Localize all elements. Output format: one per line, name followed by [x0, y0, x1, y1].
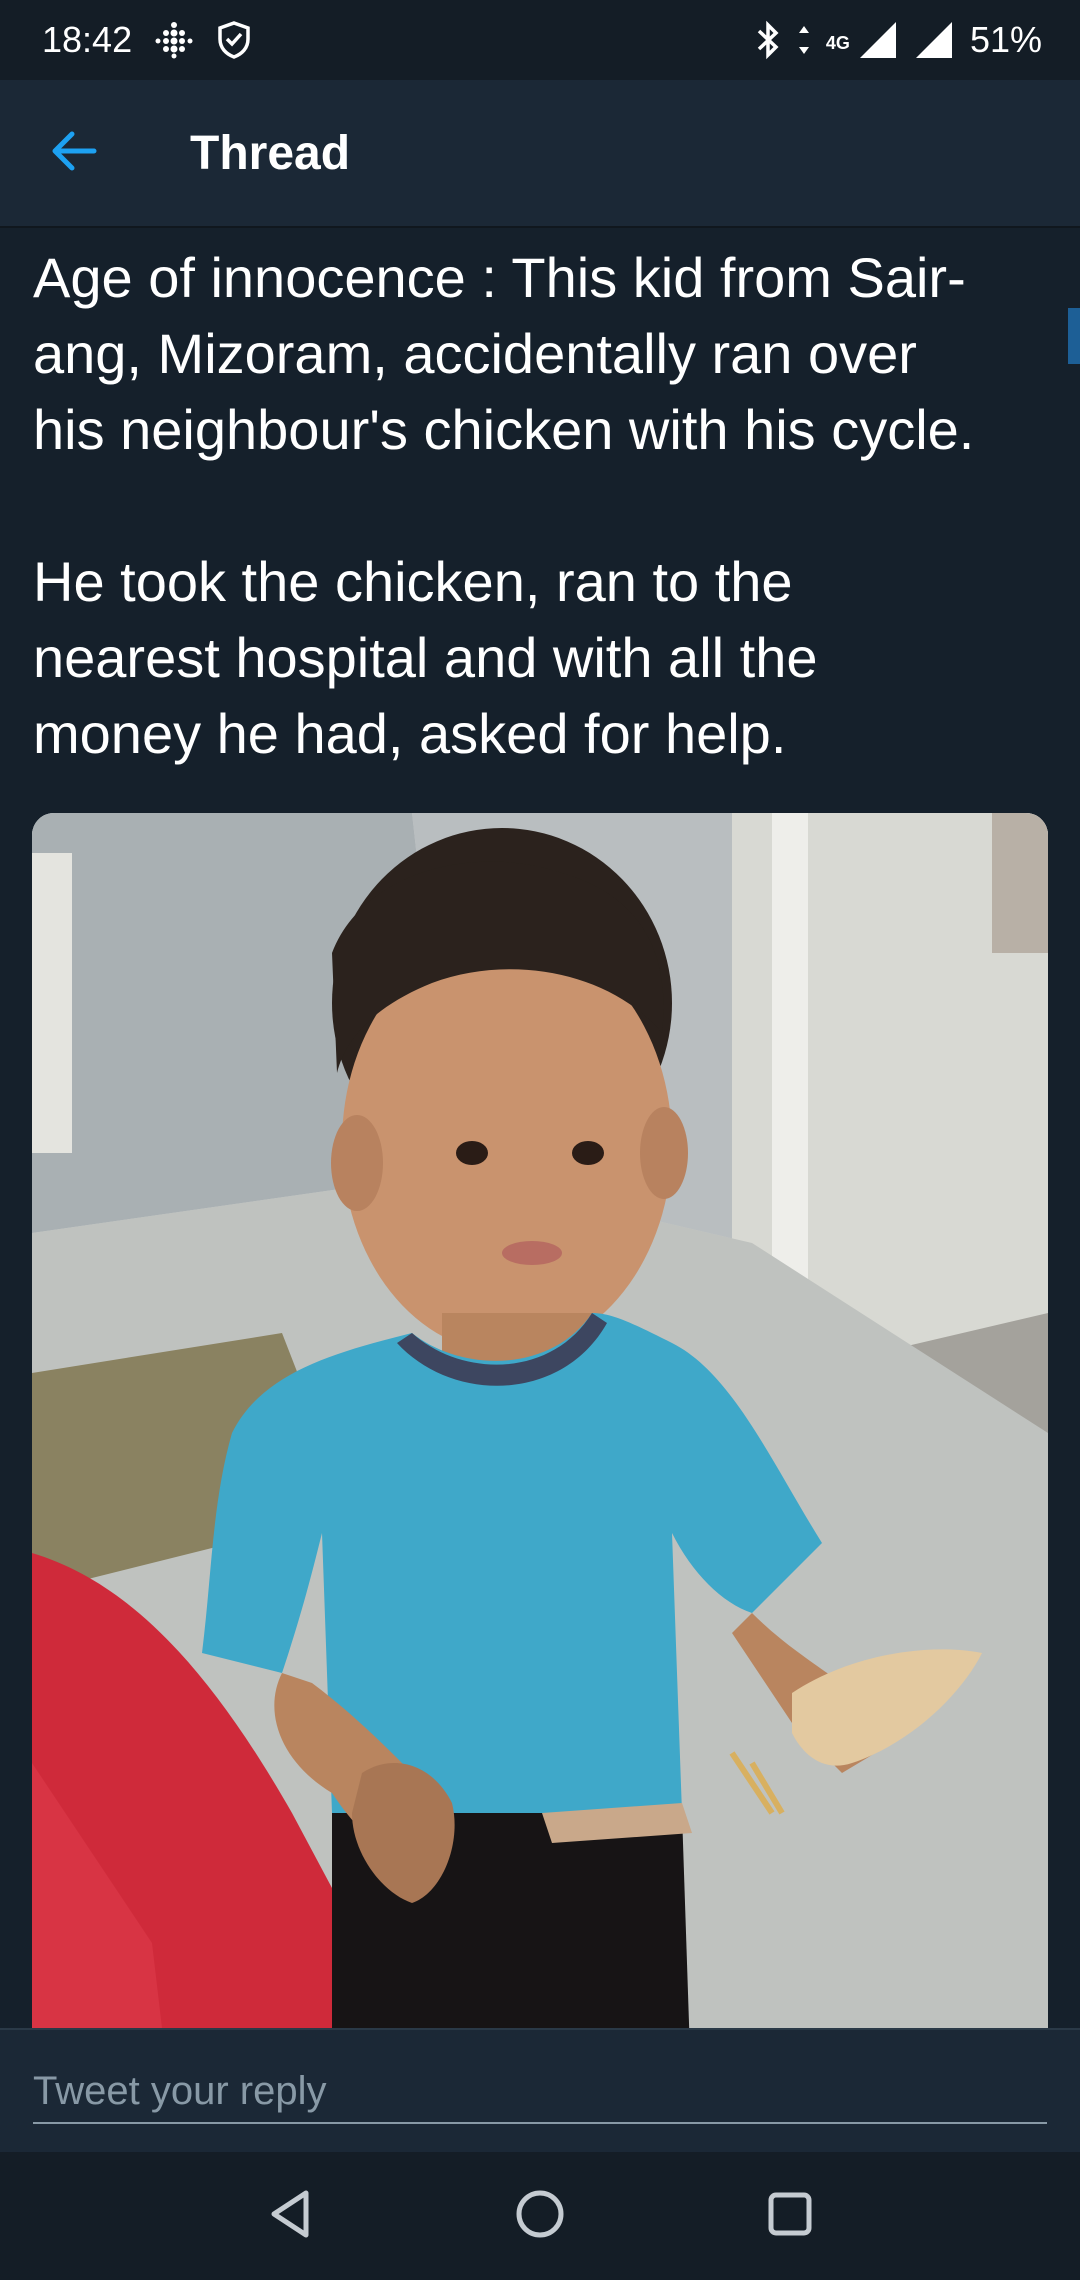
grid-dots-icon [154, 20, 194, 60]
nav-back-button[interactable] [250, 2176, 330, 2256]
signal-icon [858, 20, 898, 60]
page-title: Thread [190, 126, 351, 180]
status-time: 18:42 [42, 19, 133, 60]
signal-icon-2 [914, 20, 954, 60]
shield-icon [216, 20, 252, 60]
back-triangle-icon [266, 2188, 314, 2245]
network-type: 4G [825, 33, 850, 53]
bluetooth-icon [754, 20, 782, 60]
recents-square-icon [766, 2190, 814, 2243]
home-circle-icon [514, 2188, 566, 2245]
tweet-text: Age of innocence : This kid from Sair- a… [33, 246, 975, 765]
reply-input[interactable] [33, 2060, 1047, 2124]
back-button[interactable] [0, 79, 148, 227]
arrow-left-icon [50, 129, 98, 178]
data-arrows-icon [798, 24, 810, 56]
battery-percent: 51% [969, 19, 1042, 60]
nav-recents-button[interactable] [750, 2176, 830, 2256]
status-right: 4G 51% [754, 19, 1042, 61]
nav-home-button[interactable] [500, 2176, 580, 2256]
status-left: 18:42 [42, 19, 252, 61]
reply-bar [0, 2028, 1080, 2152]
photo-kid-with-chicken [32, 813, 1048, 2028]
status-bar: 18:42 4G 51% [0, 0, 1080, 80]
scroll-indicator[interactable] [1068, 308, 1080, 364]
app-bar: Thread [0, 80, 1080, 228]
thread-content[interactable]: Age of innocence : This kid from Sair- a… [0, 228, 1080, 2028]
system-nav-bar [0, 2152, 1080, 2280]
tweet-photo[interactable] [32, 813, 1048, 2028]
